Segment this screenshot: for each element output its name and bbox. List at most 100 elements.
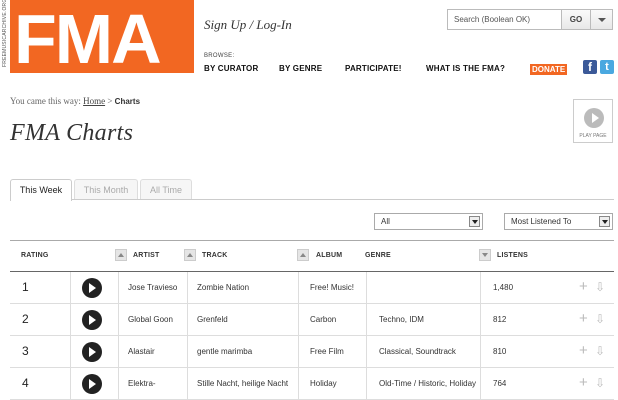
chevron-down-icon [599, 216, 610, 227]
column-divider [298, 272, 299, 303]
nav-by-curator[interactable]: BY CURATOR [204, 64, 258, 73]
column-divider [298, 336, 299, 367]
sort-artist-icon[interactable] [115, 249, 127, 261]
play-icon[interactable] [82, 374, 102, 394]
facebook-icon[interactable]: f [583, 60, 597, 74]
row-artist[interactable]: Jose Travieso [128, 272, 194, 303]
row-track[interactable]: Stille Nacht, heilige Nacht [197, 368, 299, 399]
add-icon[interactable]: + [579, 279, 588, 294]
breadcrumb: You came this way: Home > Charts [10, 96, 140, 106]
sort-select[interactable]: Most Listened To [504, 213, 613, 230]
add-icon[interactable]: + [579, 375, 588, 390]
row-track[interactable]: gentle marimba [197, 336, 299, 367]
search-options-dropdown[interactable] [590, 9, 613, 30]
row-album[interactable]: Holiday [310, 368, 364, 399]
row-genre[interactable]: Classical, Soundtrack [379, 336, 479, 367]
column-divider [70, 304, 71, 335]
play-icon[interactable] [82, 342, 102, 362]
download-icon[interactable]: ⇩ [595, 344, 605, 358]
header-album[interactable]: ALBUM [316, 252, 342, 259]
table-row: 3 Alastair gentle marimba Free Film Clas… [10, 336, 614, 368]
row-genre[interactable] [379, 272, 479, 303]
nav-what-is-fma[interactable]: WHAT IS THE FMA? [426, 64, 505, 73]
tab-this-week[interactable]: This Week [10, 179, 72, 201]
header-artist[interactable]: ARTIST [133, 252, 159, 259]
row-rank: 3 [22, 344, 29, 358]
nav-by-genre[interactable]: BY GENRE [279, 64, 322, 73]
sort-listens-icon[interactable] [479, 249, 491, 261]
column-divider [70, 272, 71, 303]
row-artist[interactable]: Global Goon [128, 304, 194, 335]
download-icon[interactable]: ⇩ [595, 376, 605, 390]
column-divider [118, 368, 119, 399]
sort-select-value: Most Listened To [511, 217, 572, 226]
page-title: FMA Charts [10, 120, 134, 146]
row-listens: 810 [493, 347, 507, 356]
row-album[interactable]: Free Film [310, 336, 364, 367]
row-album[interactable]: Carbon [310, 304, 364, 335]
add-icon[interactable]: + [579, 343, 588, 358]
row-genre[interactable]: Old-Time / Historic, Holiday [379, 368, 479, 399]
column-divider [480, 272, 481, 303]
row-album[interactable]: Free! Music! [310, 272, 364, 303]
signup-login-link[interactable]: Sign Up / Log-In [204, 17, 292, 33]
header-track[interactable]: TRACK [202, 252, 228, 259]
twitter-icon[interactable]: t [600, 60, 614, 74]
tab-divider [10, 199, 614, 200]
column-divider [366, 336, 367, 367]
column-divider [70, 368, 71, 399]
column-divider [366, 304, 367, 335]
browse-label: BROWSE: [204, 53, 235, 59]
column-divider [187, 368, 188, 399]
download-icon[interactable]: ⇩ [595, 280, 605, 294]
nav-participate[interactable]: PARTICIPATE! [345, 64, 402, 73]
play-icon[interactable] [82, 310, 102, 330]
column-divider [366, 272, 367, 303]
donate-button[interactable]: DONATE [530, 64, 568, 75]
table-row: 4 Elektra- Stille Nacht, heilige Nacht H… [10, 368, 614, 400]
search-input[interactable]: Search (Boolean OK) [447, 9, 562, 30]
play-icon [584, 108, 604, 128]
row-listens: 764 [493, 379, 507, 388]
row-artist[interactable]: Alastair [128, 336, 194, 367]
column-divider [187, 336, 188, 367]
sort-album-icon[interactable] [297, 249, 309, 261]
search-go-button[interactable]: GO [562, 9, 591, 30]
table-top-border [10, 240, 614, 241]
header-genre: GENRE [365, 252, 391, 259]
column-divider [118, 304, 119, 335]
column-divider [118, 272, 119, 303]
breadcrumb-separator: > [107, 96, 113, 106]
tab-this-month[interactable]: This Month [74, 179, 138, 200]
sort-track-icon[interactable] [184, 249, 196, 261]
breadcrumb-current: Charts [114, 97, 141, 106]
header-listens[interactable]: LISTENS [497, 252, 528, 259]
row-track[interactable]: Grenfeld [197, 304, 299, 335]
column-divider [366, 368, 367, 399]
column-divider [187, 304, 188, 335]
play-page-button[interactable]: PLAY PAGE [573, 99, 613, 143]
row-genre[interactable]: Techno, IDM [379, 304, 479, 335]
row-rank: 4 [22, 376, 29, 390]
row-rank: 2 [22, 312, 29, 326]
genre-filter-value: All [381, 217, 390, 226]
column-divider [298, 304, 299, 335]
row-listens: 812 [493, 315, 507, 324]
header-rating: RATING [21, 252, 49, 259]
row-track[interactable]: Zombie Nation [197, 272, 299, 303]
add-icon[interactable]: + [579, 311, 588, 326]
row-listens: 1,480 [493, 283, 514, 292]
column-divider [70, 336, 71, 367]
play-icon[interactable] [82, 278, 102, 298]
side-url-text: FREEMUSICARCHIVE.ORG [2, 0, 8, 67]
column-divider [480, 368, 481, 399]
column-divider [118, 336, 119, 367]
breadcrumb-home-link[interactable]: Home [83, 96, 105, 106]
row-artist[interactable]: Elektra- [128, 368, 194, 399]
fma-logo[interactable]: FMA [10, 0, 194, 73]
site-logo-area[interactable]: FREEMUSICARCHIVE.ORG FMA [0, 0, 194, 73]
download-icon[interactable]: ⇩ [595, 312, 605, 326]
column-divider [480, 336, 481, 367]
genre-filter-select[interactable]: All [374, 213, 483, 230]
tab-all-time[interactable]: All Time [140, 179, 192, 200]
